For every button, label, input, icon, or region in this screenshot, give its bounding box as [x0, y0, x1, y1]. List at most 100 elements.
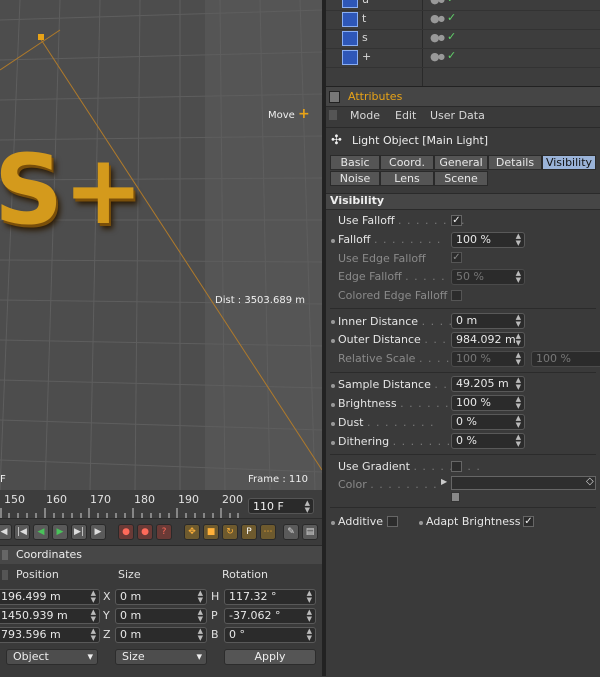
- adapt-brightness-checkbox[interactable]: ✓: [523, 516, 534, 527]
- timeline-window-icon[interactable]: ▤: [302, 524, 318, 540]
- apply-button[interactable]: Apply: [224, 649, 316, 665]
- tab-general[interactable]: General: [434, 155, 488, 170]
- animate-dot-icon[interactable]: [331, 339, 335, 343]
- use-edge-falloff-checkbox[interactable]: ✓: [451, 252, 462, 263]
- inner-distance-field[interactable]: 0 m ▲ ▼: [451, 313, 525, 329]
- object-row[interactable]: t ● ● ✓: [326, 10, 600, 30]
- play-backward-icon[interactable]: ◀: [33, 524, 49, 540]
- object-row[interactable]: + ● ● ✓: [326, 48, 600, 68]
- use-falloff-checkbox[interactable]: ✓: [451, 215, 462, 226]
- tick-label: 180: [134, 493, 155, 506]
- go-to-start-icon[interactable]: ◀: [0, 524, 12, 540]
- position-x-field[interactable]: 196.499 m ▲ ▼: [0, 589, 100, 605]
- size-z-field[interactable]: 0 m ▲ ▼: [115, 627, 207, 643]
- current-frame-field[interactable]: 110 F ▲ ▼: [248, 498, 314, 514]
- menu-mode[interactable]: Mode: [350, 109, 380, 122]
- animate-dot-icon[interactable]: [331, 384, 335, 388]
- transport-bar: ◀ |◀ ◀ ▶ ▶| ▶ ● ● ? ✥ ■ ↻ P ⋯ ✎ ▤: [0, 518, 322, 546]
- text-spline-icon: [342, 0, 358, 8]
- coordinate-mode-select[interactable]: Object ▾: [6, 649, 98, 665]
- tab-basic[interactable]: Basic: [330, 155, 380, 170]
- parameter-track-icon[interactable]: P: [241, 524, 257, 540]
- menu-edit[interactable]: Edit: [395, 109, 416, 122]
- dust-field[interactable]: 0 % ▲ ▼: [451, 414, 525, 430]
- animate-dot-icon[interactable]: [331, 320, 335, 324]
- dithering-label: Dithering . . . . . . . .: [338, 435, 461, 448]
- size-header: Size: [118, 568, 141, 581]
- tab-lens[interactable]: Lens: [380, 171, 434, 186]
- brightness-field[interactable]: 100 % ▲ ▼: [451, 395, 525, 411]
- tick-label: 150: [4, 493, 25, 506]
- move-icon[interactable]: +: [298, 106, 310, 122]
- autokey-icon[interactable]: ●: [137, 524, 153, 540]
- position-track-icon[interactable]: ✥: [184, 524, 200, 540]
- rotation-h-field[interactable]: 117.32 ° ▲ ▼: [224, 589, 316, 605]
- enabled-check-icon[interactable]: ✓: [447, 30, 456, 43]
- gradient-stop-handle[interactable]: [451, 492, 460, 502]
- enabled-check-icon[interactable]: ✓: [447, 11, 456, 24]
- text-spline-icon: [342, 31, 358, 46]
- rotation-track-icon[interactable]: ↻: [222, 524, 238, 540]
- animate-dot-icon[interactable]: [331, 441, 335, 445]
- enabled-check-icon[interactable]: ✓: [447, 0, 456, 5]
- gradient-knot-icon[interactable]: ◇: [586, 476, 594, 487]
- go-to-end-icon[interactable]: ▶: [90, 524, 106, 540]
- animate-dot-icon[interactable]: [331, 422, 335, 426]
- outer-distance-field[interactable]: 984.092 m ▲ ▼: [451, 332, 525, 348]
- play-forward-icon[interactable]: ▶: [52, 524, 68, 540]
- gradient-expand-icon[interactable]: ▶: [441, 477, 447, 486]
- relative-scale-x-field[interactable]: 100 % ▲ ▼: [451, 351, 525, 367]
- menu-user-data[interactable]: User Data: [430, 109, 485, 122]
- point-track-icon[interactable]: ⋯: [260, 524, 276, 540]
- object-name: s: [362, 31, 368, 44]
- use-gradient-checkbox[interactable]: [451, 461, 462, 472]
- tab-coord[interactable]: Coord.: [380, 155, 434, 170]
- light-icon: ✣: [331, 133, 342, 148]
- next-key-icon[interactable]: ▶|: [71, 524, 87, 540]
- object-name: +: [362, 50, 372, 63]
- relative-scale-y-field[interactable]: 100 %: [531, 351, 600, 367]
- position-y-field[interactable]: 1450.939 m ▲ ▼: [0, 608, 100, 624]
- size-x-field[interactable]: 0 m ▲ ▼: [115, 589, 207, 605]
- tab-details[interactable]: Details: [488, 155, 542, 170]
- dithering-field[interactable]: 0 % ▲ ▼: [451, 433, 525, 449]
- tick-label: 200: [222, 493, 243, 506]
- position-z-field[interactable]: 793.596 m ▲ ▼: [0, 627, 100, 643]
- rotation-p-field[interactable]: -37.062 ° ▲ ▼: [224, 608, 316, 624]
- animate-dot-icon[interactable]: [419, 521, 423, 525]
- additive-checkbox[interactable]: [387, 516, 398, 527]
- keyframe-selection-icon[interactable]: ?: [156, 524, 172, 540]
- rotation-h-axis: H: [211, 590, 220, 603]
- panel-grip-icon[interactable]: [329, 91, 340, 103]
- sample-distance-field[interactable]: 49.205 m ▲ ▼: [451, 376, 525, 392]
- edge-falloff-field[interactable]: 50 % ▲ ▼: [451, 269, 525, 285]
- text-object[interactable]: S+: [0, 140, 144, 240]
- animate-dot-icon[interactable]: [331, 521, 335, 525]
- text-spline-icon: [342, 50, 358, 65]
- coordinates-manager: Position Size Rotation 196.499 m ▲ ▼ X 0 m…: [0, 564, 322, 676]
- size-x-axis: X: [103, 590, 111, 603]
- gradient-bar[interactable]: [451, 476, 596, 490]
- tab-visibility[interactable]: Visibility: [542, 155, 596, 170]
- previous-key-icon[interactable]: |◀: [14, 524, 30, 540]
- size-y-field[interactable]: 0 m ▲ ▼: [115, 608, 207, 624]
- keyframe-interp-icon[interactable]: ✎: [283, 524, 299, 540]
- tab-noise[interactable]: Noise: [330, 171, 380, 186]
- animate-dot-icon[interactable]: [331, 239, 335, 243]
- grip-icon: [329, 110, 337, 120]
- scale-track-icon[interactable]: ■: [203, 524, 219, 540]
- falloff-field[interactable]: 100 % ▲ ▼: [451, 232, 525, 248]
- colored-edge-falloff-checkbox[interactable]: [451, 290, 462, 301]
- enabled-check-icon[interactable]: ✓: [447, 49, 456, 62]
- size-z-axis: Z: [103, 628, 111, 641]
- rotation-b-field[interactable]: 0 ° ▲ ▼: [224, 627, 316, 643]
- 3d-viewport[interactable]: S+ Move + Dist : 3503.689 m Frame : 110 …: [0, 0, 322, 490]
- panel-grip-icon[interactable]: [2, 550, 8, 560]
- animate-dot-icon[interactable]: [331, 403, 335, 407]
- coordinates-header: Coordinates: [0, 545, 322, 565]
- tab-scene[interactable]: Scene: [434, 171, 488, 186]
- object-row[interactable]: s ● ● ✓: [326, 29, 600, 49]
- record-icon[interactable]: ●: [118, 524, 134, 540]
- object-manager: u ● ● ✓ t ● ● ✓ s ● ● ✓ + ● ● ✓: [326, 0, 600, 86]
- size-mode-select[interactable]: Size ▾: [115, 649, 207, 665]
